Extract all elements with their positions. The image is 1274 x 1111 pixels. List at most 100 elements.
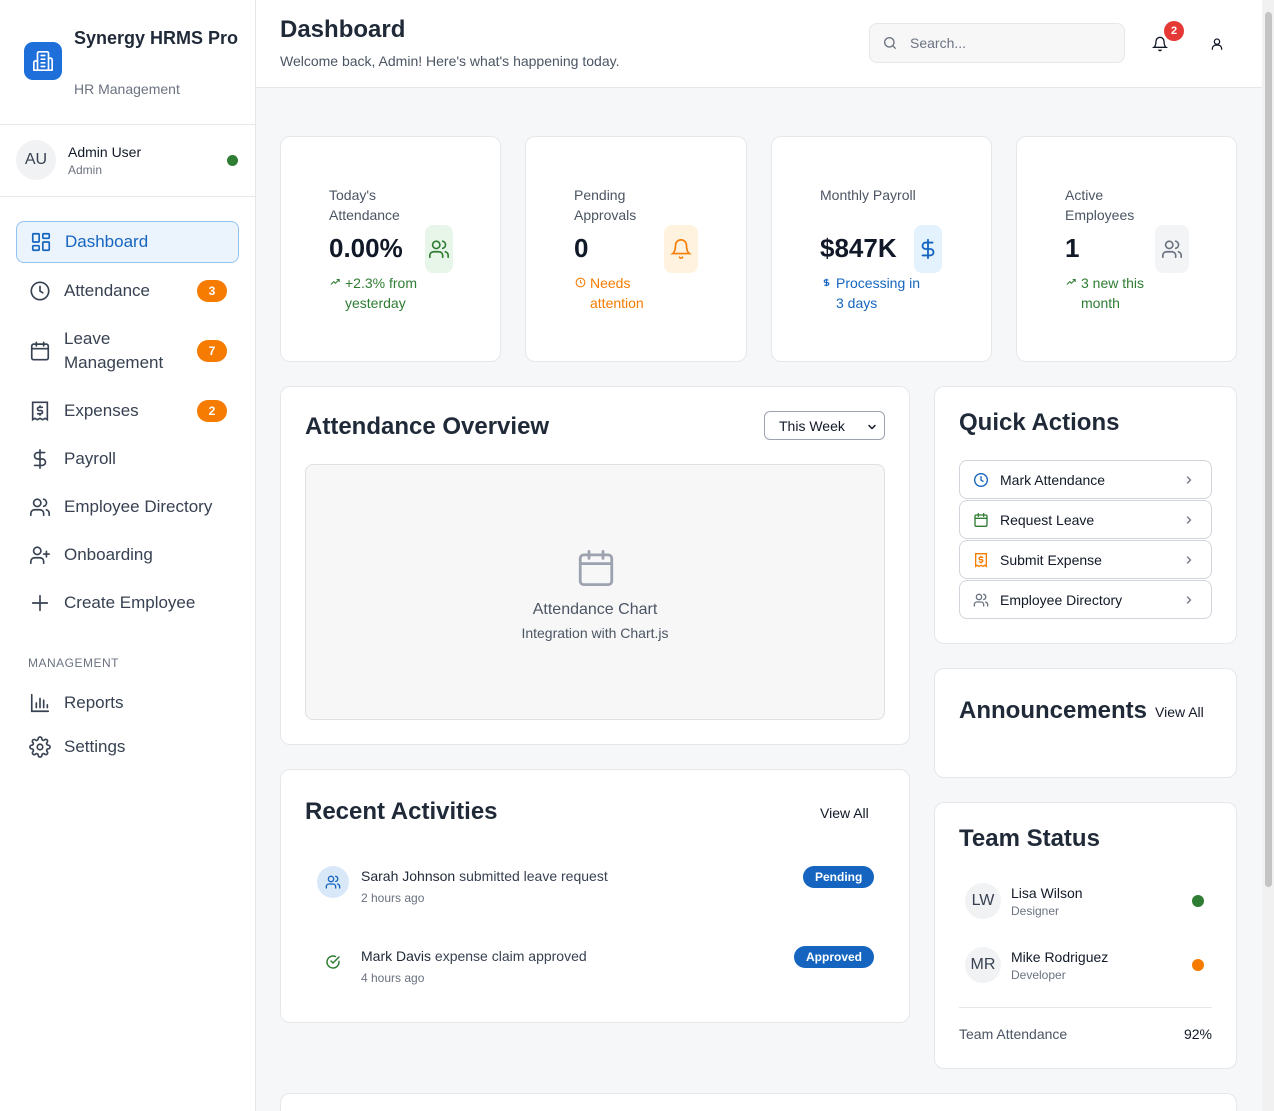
count-badge: 2: [197, 400, 227, 422]
team-member-role: Designer: [1011, 904, 1060, 918]
avatar: MR: [965, 947, 1001, 983]
sidebar: Synergy HRMS Pro HR Management AU Admin …: [0, 0, 256, 1111]
sidebar-item-label: Attendance: [64, 281, 151, 300]
team-member-role: Developer: [1011, 968, 1066, 982]
quick-action-request-leave[interactable]: Request Leave: [959, 500, 1212, 539]
announcements-card: Announcements View All: [934, 668, 1237, 778]
divider: [959, 1007, 1212, 1008]
section-title: Quick Actions: [959, 409, 1120, 436]
users-icon: [1155, 225, 1189, 273]
plus-icon: [28, 591, 52, 615]
notification-count-badge: 2: [1164, 21, 1184, 41]
avatar[interactable]: AU: [16, 140, 56, 180]
stat-label: Today's Attendance: [329, 187, 400, 223]
calendar-icon: [28, 339, 52, 363]
search-input[interactable]: [910, 35, 1110, 51]
chart-placeholder-title: Attendance Chart: [532, 601, 658, 618]
activity-text: Sarah Johnson submitted leave request: [361, 868, 608, 884]
stat-trend-text: +2.3% from yesterday: [345, 275, 417, 311]
stat-card-monthly-payroll: Monthly Payroll $847K Processing in 3 da…: [771, 136, 992, 362]
activity-actor: Mark Davis: [361, 948, 432, 964]
section-title: Recent Activities: [305, 798, 498, 825]
scrollbar[interactable]: [1262, 0, 1274, 1111]
avatar: LW: [965, 883, 1001, 919]
stat-card-pending-approvals: Pending Approvals 0 Needs attention: [525, 136, 747, 362]
stat-trend: Processing in 3 days: [820, 273, 926, 313]
sidebar-item-employee-directory[interactable]: Employee Directory: [16, 486, 239, 528]
page-title: Dashboard: [280, 16, 406, 43]
sidebar-item-label: Expenses: [64, 401, 139, 420]
quick-action-label: Mark Attendance: [1000, 471, 1106, 488]
bell-icon: [1152, 36, 1168, 52]
sidebar-item-settings[interactable]: Settings: [16, 726, 239, 768]
sidebar-item-create-employee[interactable]: Create Employee: [16, 582, 239, 624]
user-name: Admin User: [68, 144, 142, 160]
dollar-icon: [820, 273, 832, 313]
calendar-icon: [575, 545, 617, 596]
clock-icon: [574, 273, 586, 313]
chevron-right-icon: [1183, 554, 1195, 566]
activity-time: 2 hours ago: [361, 891, 425, 905]
nav-section-label: MANAGEMENT: [28, 656, 120, 670]
user-plus-icon: [28, 543, 52, 567]
chevron-right-icon: [1183, 474, 1195, 486]
sidebar-item-payroll[interactable]: Payroll: [16, 438, 239, 480]
stat-value: 0: [574, 233, 589, 263]
search-icon: [882, 35, 898, 51]
activity-text: Mark Davis expense claim approved: [361, 948, 587, 964]
gear-icon: [28, 735, 52, 759]
attendance-overview-card: Attendance Overview This Week Attendance…: [280, 386, 910, 745]
bar-chart-icon: [28, 691, 52, 715]
search-box[interactable]: [869, 23, 1125, 63]
status-dot: [1192, 895, 1204, 907]
activities-view-all-link[interactable]: View All: [820, 805, 869, 821]
quick-action-mark-attendance[interactable]: Mark Attendance: [959, 460, 1212, 499]
user-profile[interactable]: AU Admin User Admin: [0, 125, 255, 197]
scrollbar-thumb[interactable]: [1265, 12, 1272, 887]
sidebar-item-label: Reports: [64, 693, 124, 712]
stat-value: $847K: [820, 233, 897, 263]
stat-value: 0.00%: [329, 233, 403, 263]
stat-trend-text: Needs attention: [590, 275, 644, 311]
stat-card-active-employees: Active Employees 1 3 new this month: [1016, 136, 1237, 362]
bell-icon: [664, 225, 698, 273]
section-title: Team Status: [959, 825, 1100, 852]
activity-actor: Sarah Johnson: [361, 868, 456, 884]
top-header: Dashboard Welcome back, Admin! Here's wh…: [256, 0, 1262, 88]
building-icon[interactable]: [24, 42, 62, 80]
chart-placeholder-subtitle: Integration with Chart.js: [521, 625, 669, 641]
sidebar-item-reports[interactable]: Reports: [16, 682, 239, 724]
sidebar-item-onboarding[interactable]: Onboarding: [16, 534, 239, 576]
sidebar-item-label: Settings: [64, 737, 126, 756]
chevron-right-icon: [1183, 594, 1195, 606]
quick-actions-card: Quick Actions Mark Attendance Request Le…: [934, 386, 1237, 644]
online-status-dot: [227, 155, 238, 166]
chevron-down-icon: [866, 420, 878, 436]
status-dot: [1192, 959, 1204, 971]
sidebar-item-expenses[interactable]: Expenses 2: [16, 390, 239, 432]
quick-action-employee-directory[interactable]: Employee Directory: [959, 580, 1212, 619]
sidebar-item-attendance[interactable]: Attendance 3: [16, 270, 239, 312]
brand: Synergy HRMS Pro HR Management: [0, 0, 255, 125]
users-icon: [28, 495, 52, 519]
quick-action-submit-expense[interactable]: Submit Expense: [959, 540, 1212, 579]
announcements-view-all-link[interactable]: View All: [1155, 704, 1204, 720]
count-badge: 7: [197, 340, 227, 362]
quick-action-label: Request Leave: [1000, 511, 1095, 528]
dollar-icon: [914, 225, 942, 273]
stat-card-attendance: Today's Attendance 0.00% +2.3% from yest…: [280, 136, 501, 362]
profile-button[interactable]: [1206, 33, 1228, 55]
sidebar-item-dashboard[interactable]: Dashboard: [16, 221, 239, 263]
section-title: Announcements: [959, 697, 1148, 724]
stat-label: Active Employees: [1065, 187, 1135, 223]
stat-trend: +2.3% from yesterday: [329, 273, 435, 313]
period-select[interactable]: This Week: [764, 411, 885, 440]
sidebar-item-label: Create Employee: [64, 593, 196, 612]
users-icon: [425, 225, 453, 273]
clock-icon: [973, 472, 989, 488]
sidebar-item-leave-management[interactable]: Leave Management 7: [16, 327, 239, 375]
users-icon: [973, 592, 989, 608]
trending-up-icon: [1065, 273, 1077, 313]
quick-action-label: Employee Directory: [1000, 591, 1123, 608]
chart-placeholder: Attendance Chart Integration with Chart.…: [305, 464, 885, 720]
